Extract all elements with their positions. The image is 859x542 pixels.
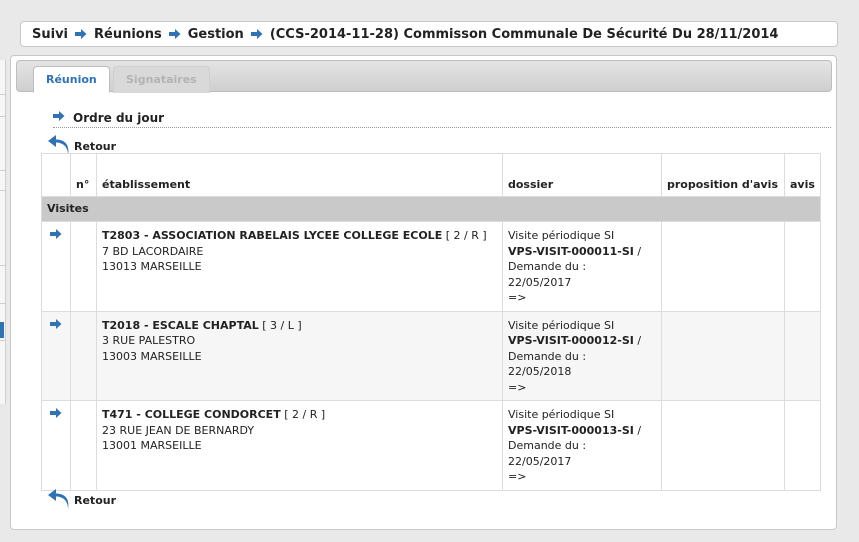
row-proposition xyxy=(661,310,785,401)
arrow-right-icon xyxy=(53,110,65,125)
col-header-arrow xyxy=(41,153,71,197)
table-row[interactable]: T2803 - ASSOCIATION RABELAIS LYCEE COLLE… xyxy=(41,221,821,312)
dossier-arrow-text: => xyxy=(508,291,527,304)
retour-label: Retour xyxy=(74,493,117,507)
etab-badge: [ 2 / R ] xyxy=(284,408,326,421)
dossier-arrow-text: => xyxy=(508,470,527,483)
row-link-cell[interactable] xyxy=(41,221,71,312)
group-row: Visites xyxy=(41,196,821,222)
row-etablissement: T471 - COLLEGE CONDORCET [ 2 / R ] 23 RU… xyxy=(96,400,503,491)
etab-code-name: T2803 - ASSOCIATION RABELAIS LYCEE COLLE… xyxy=(102,229,443,242)
sidebar-edge xyxy=(0,60,6,404)
row-num xyxy=(70,310,97,401)
arrow-right-icon[interactable] xyxy=(50,318,62,330)
row-avis xyxy=(784,310,821,401)
etab-address-line1: 23 RUE JEAN DE BERNARDY xyxy=(102,423,255,437)
dossier-arrow-text: => xyxy=(508,380,527,394)
dossier-type: Visite périodique SI xyxy=(508,318,615,332)
dossier-date: 22/05/2017 xyxy=(508,454,572,468)
etab-address-line2: 13013 MARSEILLE xyxy=(102,260,202,273)
row-etablissement: T2018 - ESCALE CHAPTAL [ 3 / L ] 3 RUE P… xyxy=(96,310,503,401)
etab-code-name: T2018 - ESCALE CHAPTAL xyxy=(102,318,259,332)
row-avis xyxy=(784,400,821,491)
dossier-demande-label: Demande du : xyxy=(508,260,587,273)
etab-badge: [ 2 / R ] xyxy=(445,229,487,242)
breadcrumb: Suivi Réunions Gestion (CCS-2014-11-28) … xyxy=(20,21,838,47)
arrow-right-icon xyxy=(250,28,263,40)
dossier-date: 22/05/2017 xyxy=(508,275,572,289)
sidebar-active-indicator xyxy=(0,322,4,338)
arrow-right-icon[interactable] xyxy=(50,228,62,240)
row-num xyxy=(70,400,97,491)
retour-link-bottom[interactable]: Retour xyxy=(47,489,116,511)
breadcrumb-item-suivi[interactable]: Suivi xyxy=(32,27,68,42)
row-proposition xyxy=(661,221,785,312)
breadcrumb-item-current: (CCS-2014-11-28) Commisson Communale De … xyxy=(269,26,779,42)
breadcrumb-item-reunions[interactable]: Réunions xyxy=(94,27,162,42)
table-header-row: n° établissement dossier proposition d'a… xyxy=(41,153,821,197)
row-proposition xyxy=(661,400,785,491)
dossier-number: VPS-VISIT-000012-SI xyxy=(508,334,634,347)
dossier-number: VPS-VISIT-000011-SI xyxy=(508,244,634,258)
row-num xyxy=(70,221,97,312)
arrow-right-icon xyxy=(75,28,87,40)
ordre-du-jour-table: n° établissement dossier proposition d'a… xyxy=(41,153,821,491)
col-header-avis[interactable]: avis xyxy=(784,153,821,197)
col-header-dossier[interactable]: dossier xyxy=(502,153,662,197)
col-header-num[interactable]: n° xyxy=(70,153,97,197)
row-dossier: Visite périodique SI VPS-VISIT-000011-SI… xyxy=(502,221,662,312)
dossier-demande-label: Demande du : xyxy=(508,349,587,363)
retour-label: Retour xyxy=(74,139,117,153)
dossier-number: VPS-VISIT-000013-SI xyxy=(508,423,634,437)
dossier-type: Visite périodique SI xyxy=(508,408,615,421)
row-dossier: Visite périodique SI VPS-VISIT-000013-SI… xyxy=(502,400,662,491)
dossier-separator: / xyxy=(637,423,642,437)
etab-address-line2: 13001 MARSEILLE xyxy=(102,439,202,452)
tab-signataires[interactable]: Signataires xyxy=(113,66,210,93)
row-link-cell[interactable] xyxy=(41,310,71,401)
dossier-demande-label: Demande du : xyxy=(508,439,587,452)
breadcrumb-item-gestion[interactable]: Gestion xyxy=(188,27,244,42)
row-etablissement: T2803 - ASSOCIATION RABELAIS LYCEE COLLE… xyxy=(96,221,503,312)
back-arrow-icon xyxy=(48,489,69,509)
dossier-type: Visite périodique SI xyxy=(508,229,615,242)
col-header-etablissement[interactable]: établissement xyxy=(96,153,503,197)
arrow-right-icon xyxy=(168,28,181,40)
tab-bar: Réunion Signataires xyxy=(16,60,832,93)
section-title-label: Ordre du jour xyxy=(73,110,165,125)
dossier-separator: / xyxy=(637,334,642,347)
row-link-cell[interactable] xyxy=(41,400,71,491)
col-header-proposition[interactable]: proposition d'avis xyxy=(661,153,785,197)
etab-code-name: T471 - COLLEGE CONDORCET xyxy=(102,408,281,421)
arrow-right-icon[interactable] xyxy=(50,407,62,419)
dossier-separator: / xyxy=(637,244,642,258)
table-row[interactable]: T2018 - ESCALE CHAPTAL [ 3 / L ] 3 RUE P… xyxy=(41,310,821,401)
table-row[interactable]: T471 - COLLEGE CONDORCET [ 2 / R ] 23 RU… xyxy=(41,400,821,491)
etab-address-line1: 3 RUE PALESTRO xyxy=(102,334,196,347)
group-label: Visites xyxy=(41,196,821,222)
etab-address-line1: 7 BD LACORDAIRE xyxy=(102,244,204,258)
section-title: Ordre du jour xyxy=(53,108,831,128)
tab-reunion[interactable]: Réunion xyxy=(33,66,110,93)
main-panel: Réunion Signataires Ordre du jour Retour… xyxy=(10,55,837,530)
etab-address-line2: 13003 MARSEILLE xyxy=(102,349,202,363)
etab-badge: [ 3 / L ] xyxy=(262,318,302,332)
dossier-date: 22/05/2018 xyxy=(508,365,572,378)
row-avis xyxy=(784,221,821,312)
row-dossier: Visite périodique SI VPS-VISIT-000012-SI… xyxy=(502,310,662,401)
